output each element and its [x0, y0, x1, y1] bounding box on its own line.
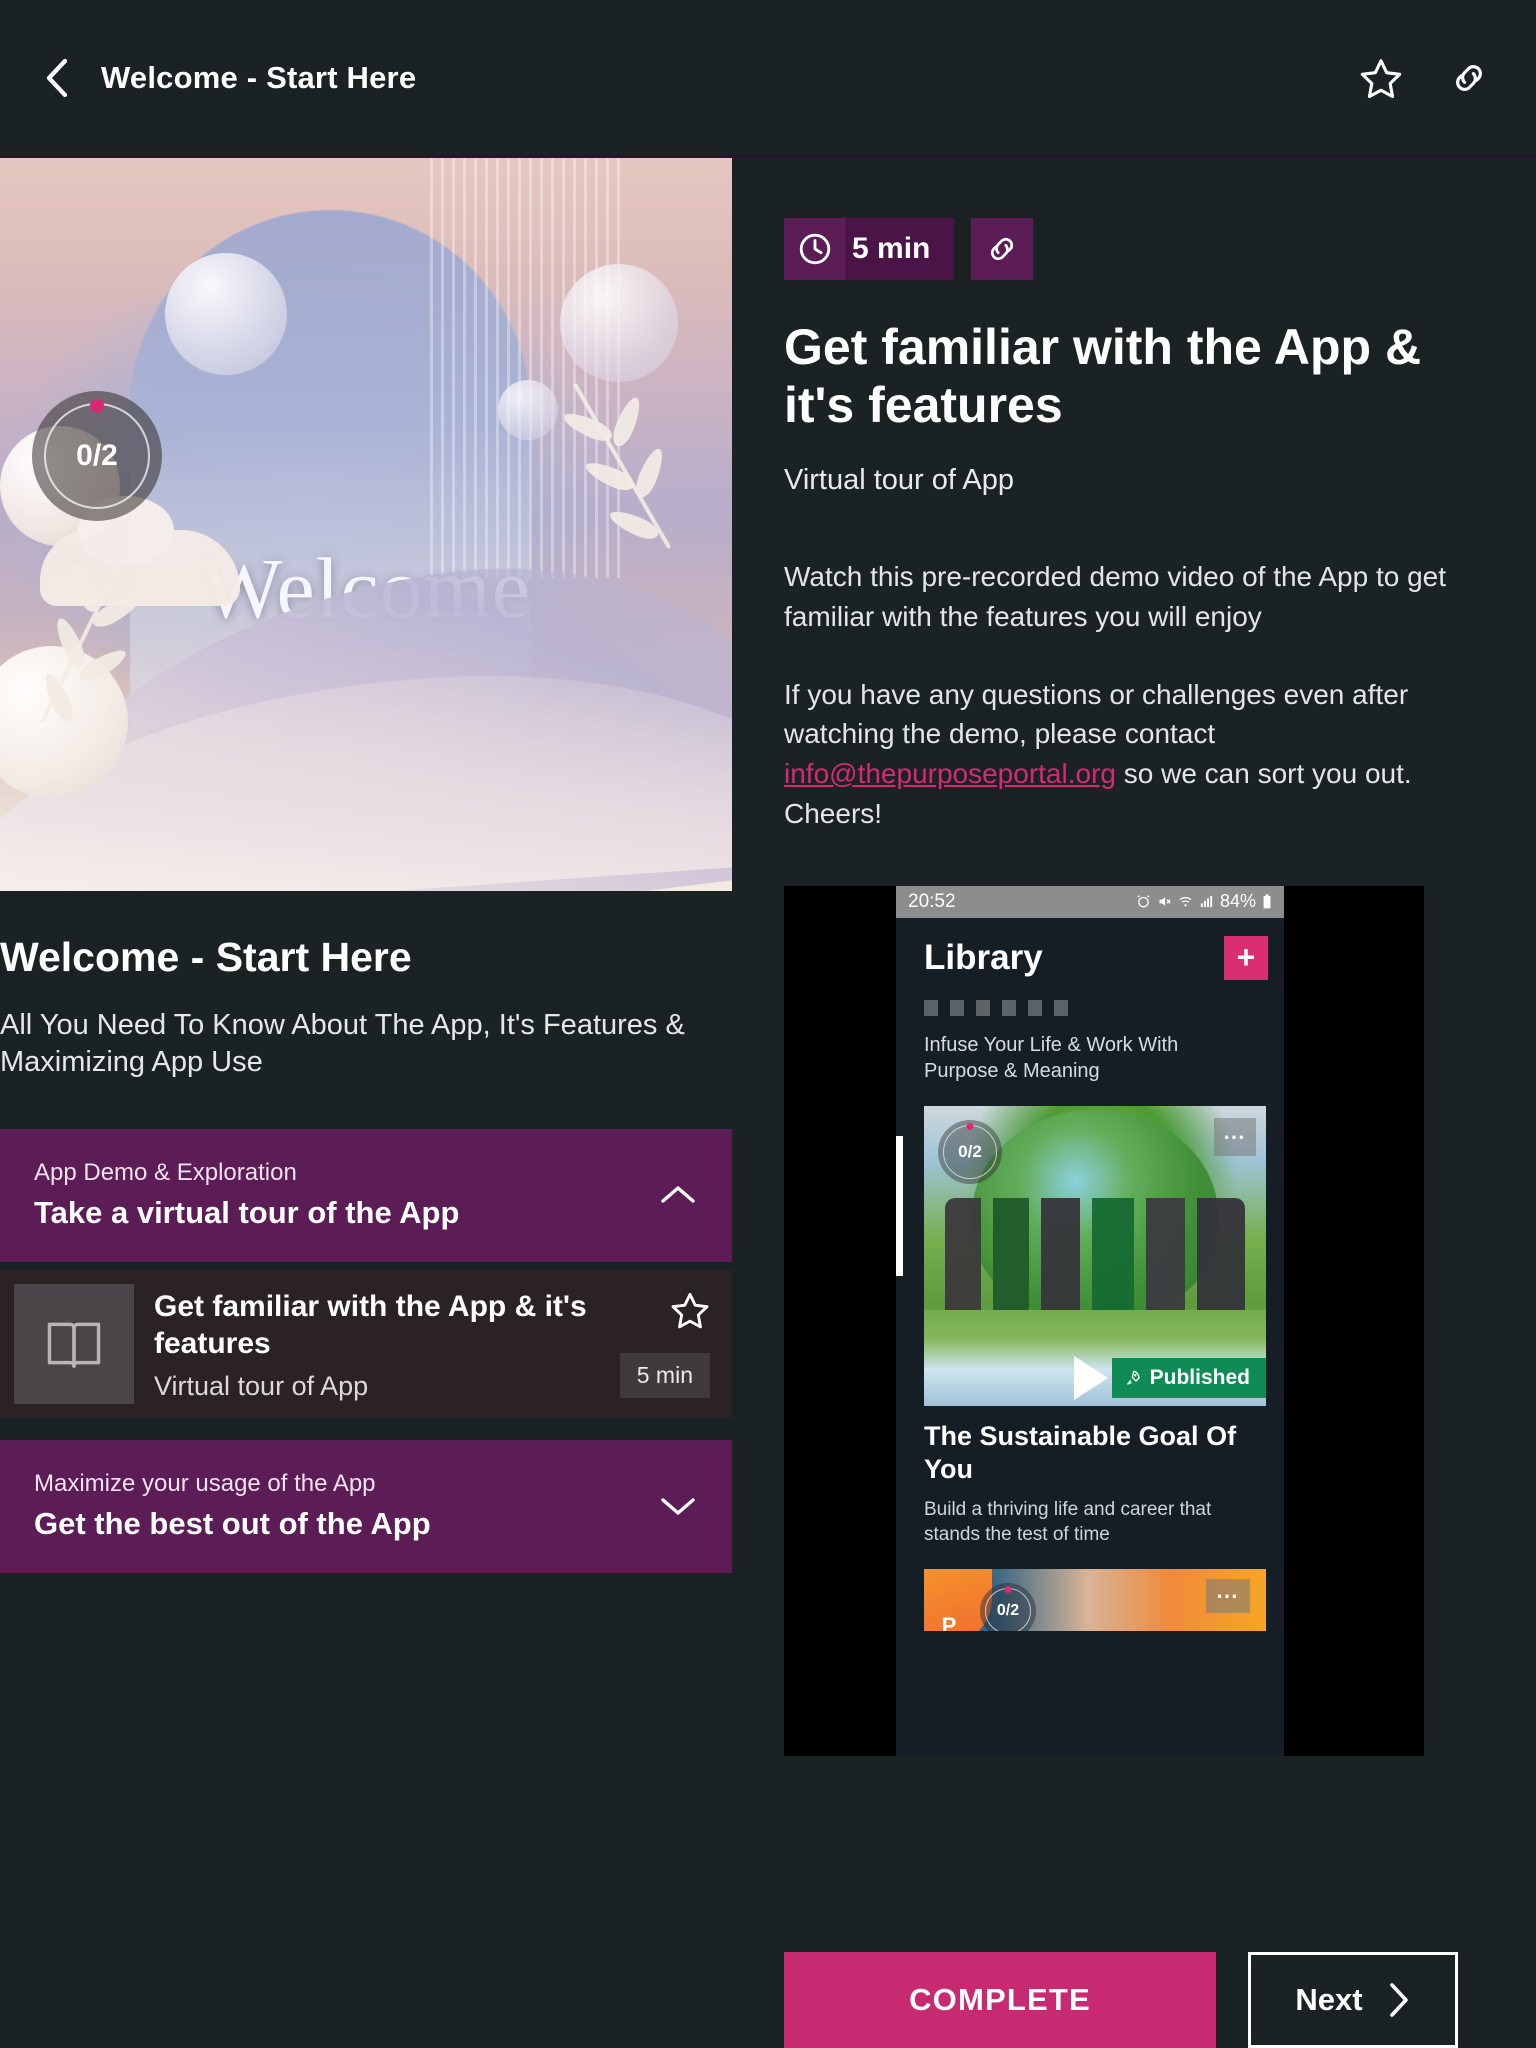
phone-card-status-badge: Published [1111, 1358, 1266, 1399]
rocket-icon [1126, 1370, 1140, 1385]
accordion-section-maximize-usage[interactable]: Maximize your usage of the App Get the b… [0, 1440, 732, 1574]
battery-icon [1263, 894, 1271, 909]
star-icon [671, 1293, 709, 1329]
content-area: Welcome [0, 158, 1536, 2048]
module-accordion: App Demo & Exploration Take a virtual to… [0, 1129, 732, 1574]
accordion-toggle[interactable] [654, 1171, 702, 1219]
hero-sphere-decoration [498, 380, 558, 440]
phone-card-status-text: Published [1149, 1366, 1250, 1390]
link-icon [1456, 64, 1482, 91]
accordion-eyebrow: Maximize your usage of the App [34, 1470, 376, 1498]
phone-status-bar: 20:52 84% [896, 885, 1284, 918]
lesson-paragraph-2: If you have any questions or challenges … [784, 675, 1484, 834]
play-icon[interactable] [1074, 1356, 1109, 1401]
alarm-icon [1137, 895, 1150, 908]
lesson-detail-badges: 5 min [784, 218, 1484, 280]
lesson-detail-subheading: Virtual tour of App [784, 464, 1015, 496]
chevron-up-icon [661, 1185, 695, 1203]
phone-card-progress: 0/2 [980, 1583, 1036, 1632]
mute-icon [1159, 897, 1171, 906]
phone-card-progress-count: 0/2 [996, 1602, 1020, 1620]
lesson-list-item[interactable]: Get familiar with the App & it's feature… [0, 1270, 732, 1419]
chevron-left-icon [46, 58, 68, 97]
accordion-eyebrow: App Demo & Exploration [34, 1159, 297, 1187]
lesson-duration-badge: 5 min [619, 1353, 710, 1399]
signal-icon [1200, 895, 1213, 908]
phone-app-title: Library [924, 937, 1043, 977]
star-icon [1360, 58, 1402, 98]
phone-battery-level: 84% [1219, 891, 1256, 911]
share-link-button[interactable] [1446, 55, 1492, 101]
accordion-section-texts: Maximize your usage of the App Get the b… [34, 1468, 654, 1543]
header-actions [1358, 55, 1492, 101]
course-panel: Welcome [0, 158, 732, 2048]
phone-card-menu-button[interactable]: ⋯ [1206, 1579, 1250, 1614]
course-subtitle: All You Need To Know About The App, It's… [0, 1008, 685, 1079]
phone-clock: 20:52 [908, 890, 956, 912]
progress-marker-dot [90, 399, 104, 413]
chevron-right-icon [1389, 1983, 1408, 2017]
lesson-title: Get familiar with the App & it's feature… [154, 1290, 587, 1361]
lesson-footer-actions: COMPLETE Next [784, 1952, 1458, 2048]
lesson-favorite-button[interactable] [670, 1290, 710, 1335]
phone-card-image: 0/2 ⋯ Published [924, 1106, 1266, 1407]
book-icon [47, 1322, 101, 1368]
app-header: Welcome - Start Here [0, 0, 1536, 158]
lesson-meta: 5 min [619, 1284, 710, 1399]
course-title: Welcome - Start Here [0, 934, 412, 980]
phone-card-progress: 0/2 [938, 1120, 1002, 1185]
complete-button[interactable]: COMPLETE [784, 1952, 1216, 2048]
progress-marker-dot [966, 1123, 974, 1131]
clock-icon-wrap [784, 231, 846, 267]
copy-link-button[interactable] [971, 218, 1034, 280]
demo-video-preview[interactable]: 20:52 84% Library + Infuse Your Life & W… [784, 885, 1424, 1756]
support-email-link[interactable]: info@thepurposeportal.org [784, 758, 1116, 789]
duration-badge: 5 min [784, 218, 955, 280]
hero-sphere-decoration [560, 264, 678, 382]
course-progress-ring: 0/2 [32, 391, 162, 521]
course-info: Welcome - Start Here All You Need To Kno… [0, 891, 732, 1081]
lesson-paragraph-1: Watch this pre-recorded demo video of th… [784, 561, 1447, 632]
accordion-section-texts: App Demo & Exploration Take a virtual to… [34, 1157, 654, 1232]
phone-screenshot: 20:52 84% Library + Infuse Your Life & W… [896, 885, 1284, 1756]
page-title: Welcome - Start Here [101, 59, 417, 95]
progress-marker-dot [1004, 1586, 1012, 1594]
phone-app-header: Library + [896, 918, 1284, 986]
lesson-detail-heading: Get familiar with the App & it's feature… [784, 319, 1422, 433]
next-button[interactable]: Next [1248, 1952, 1458, 2048]
chevron-down-icon [661, 1497, 695, 1515]
phone-card-title: The Sustainable Goal Of You [924, 1421, 1237, 1484]
lesson-subtitle: Virtual tour of App [154, 1370, 369, 1401]
paragraph-2-lead: If you have any questions or challenges … [784, 678, 1409, 750]
clock-icon [799, 233, 831, 265]
accordion-heading: Take a virtual tour of the App [34, 1195, 460, 1231]
people-illustration [944, 1198, 1246, 1329]
next-button-label: Next [1295, 1982, 1363, 2017]
phone-add-button[interactable]: + [1224, 935, 1268, 980]
phone-card-progress-count: 0/2 [958, 1142, 982, 1162]
wifi-icon [1179, 897, 1192, 907]
hero-sphere-decoration [165, 253, 287, 375]
phone-scrollbar[interactable] [896, 1135, 903, 1276]
lesson-detail-panel: 5 min Get familiar with the App & it's f… [732, 158, 1536, 2048]
phone-library-card-partial[interactable]: P 0/2 ⋯ [924, 1569, 1266, 1632]
phone-tagline: Infuse Your Life & Work With Purpose & M… [924, 1033, 1179, 1082]
course-hero-image: Welcome [0, 158, 732, 891]
phone-card-subtitle: Build a thriving life and career that st… [924, 1499, 1212, 1546]
phone-library-card[interactable]: 0/2 ⋯ Published The Sustainable Goal Of … [924, 1106, 1266, 1547]
lesson-thumbnail [14, 1284, 134, 1405]
duration-text: 5 min [846, 218, 955, 280]
accordion-toggle[interactable] [654, 1482, 702, 1530]
phone-obscured-text [924, 999, 1074, 1016]
phone-status-icons: 84% [1136, 891, 1272, 912]
progress-count: 0/2 [76, 439, 118, 472]
back-button[interactable] [34, 55, 80, 101]
favorite-button[interactable] [1358, 55, 1404, 101]
phone-card-menu-button[interactable]: ⋯ [1214, 1118, 1256, 1157]
accordion-section-app-demo[interactable]: App Demo & Exploration Take a virtual to… [0, 1129, 732, 1263]
link-icon [991, 237, 1014, 261]
accordion-heading: Get the best out of the App [34, 1506, 431, 1542]
lesson-texts: Get familiar with the App & it's feature… [154, 1284, 600, 1401]
